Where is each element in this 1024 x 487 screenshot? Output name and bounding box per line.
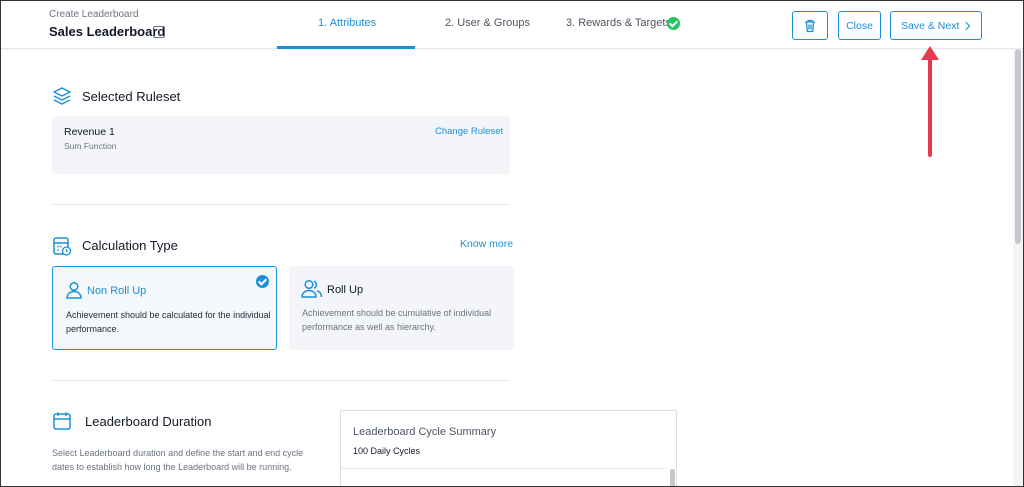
cycle-summary-title: Leaderboard Cycle Summary: [353, 426, 497, 438]
save-next-label: Save & Next: [901, 19, 960, 32]
user-icon: [66, 281, 82, 299]
calculation-type-heading: Calculation Type: [82, 238, 178, 253]
app-window: Create Leaderboard Sales Leaderboard 1. …: [0, 0, 1024, 487]
change-ruleset-link[interactable]: Change Ruleset: [435, 126, 503, 137]
selected-ruleset-heading: Selected Ruleset: [82, 89, 181, 104]
annotation-arrow: [928, 57, 932, 157]
section-divider: [52, 380, 510, 381]
section-divider: [52, 204, 510, 205]
close-button[interactable]: Close: [838, 11, 881, 40]
delete-button[interactable]: [792, 11, 828, 40]
save-next-button[interactable]: Save & Next: [890, 11, 982, 40]
ruleset-function: Sum Function: [64, 141, 117, 151]
duration-description: Select Leaderboard duration and define t…: [52, 448, 304, 472]
ruleset-name: Revenue 1: [64, 126, 115, 138]
roll-up-description: Achievement should be cumulative of indi…: [302, 308, 492, 332]
details-icon[interactable]: [153, 26, 165, 38]
leaderboard-duration-heading: Leaderboard Duration: [85, 414, 212, 429]
trash-icon: [805, 19, 815, 32]
summary-divider: [341, 468, 667, 469]
check-circle-icon: [667, 17, 680, 30]
page-scrollbar-thumb[interactable]: [1015, 49, 1021, 244]
ruleset-card: [52, 116, 510, 174]
active-tab-indicator: [277, 46, 415, 49]
calendar-icon: [53, 412, 71, 430]
users-icon: [301, 279, 323, 298]
tab-attributes[interactable]: 1. Attributes: [318, 17, 376, 29]
selected-check-icon: [256, 275, 269, 288]
chevron-right-icon: [961, 21, 971, 31]
non-roll-up-title: Non Roll Up: [87, 285, 147, 297]
know-more-link[interactable]: Know more: [460, 238, 513, 250]
tab-rewards-targets[interactable]: 3. Rewards & Targets: [566, 17, 671, 29]
tab-user-groups[interactable]: 2. User & Groups: [445, 17, 530, 29]
cycle-summary-count: 100 Daily Cycles: [353, 446, 421, 456]
calculator-icon: [53, 237, 72, 256]
breadcrumb: Create Leaderboard: [49, 9, 139, 20]
summary-scrollbar[interactable]: [670, 469, 675, 486]
non-roll-up-description: Achievement should be calculated for the…: [66, 310, 271, 334]
leaderboard-title: Sales Leaderboard: [49, 24, 166, 39]
roll-up-title: Roll Up: [327, 284, 364, 296]
layers-icon: [53, 87, 71, 105]
top-header: Create Leaderboard Sales Leaderboard 1. …: [1, 1, 1023, 49]
